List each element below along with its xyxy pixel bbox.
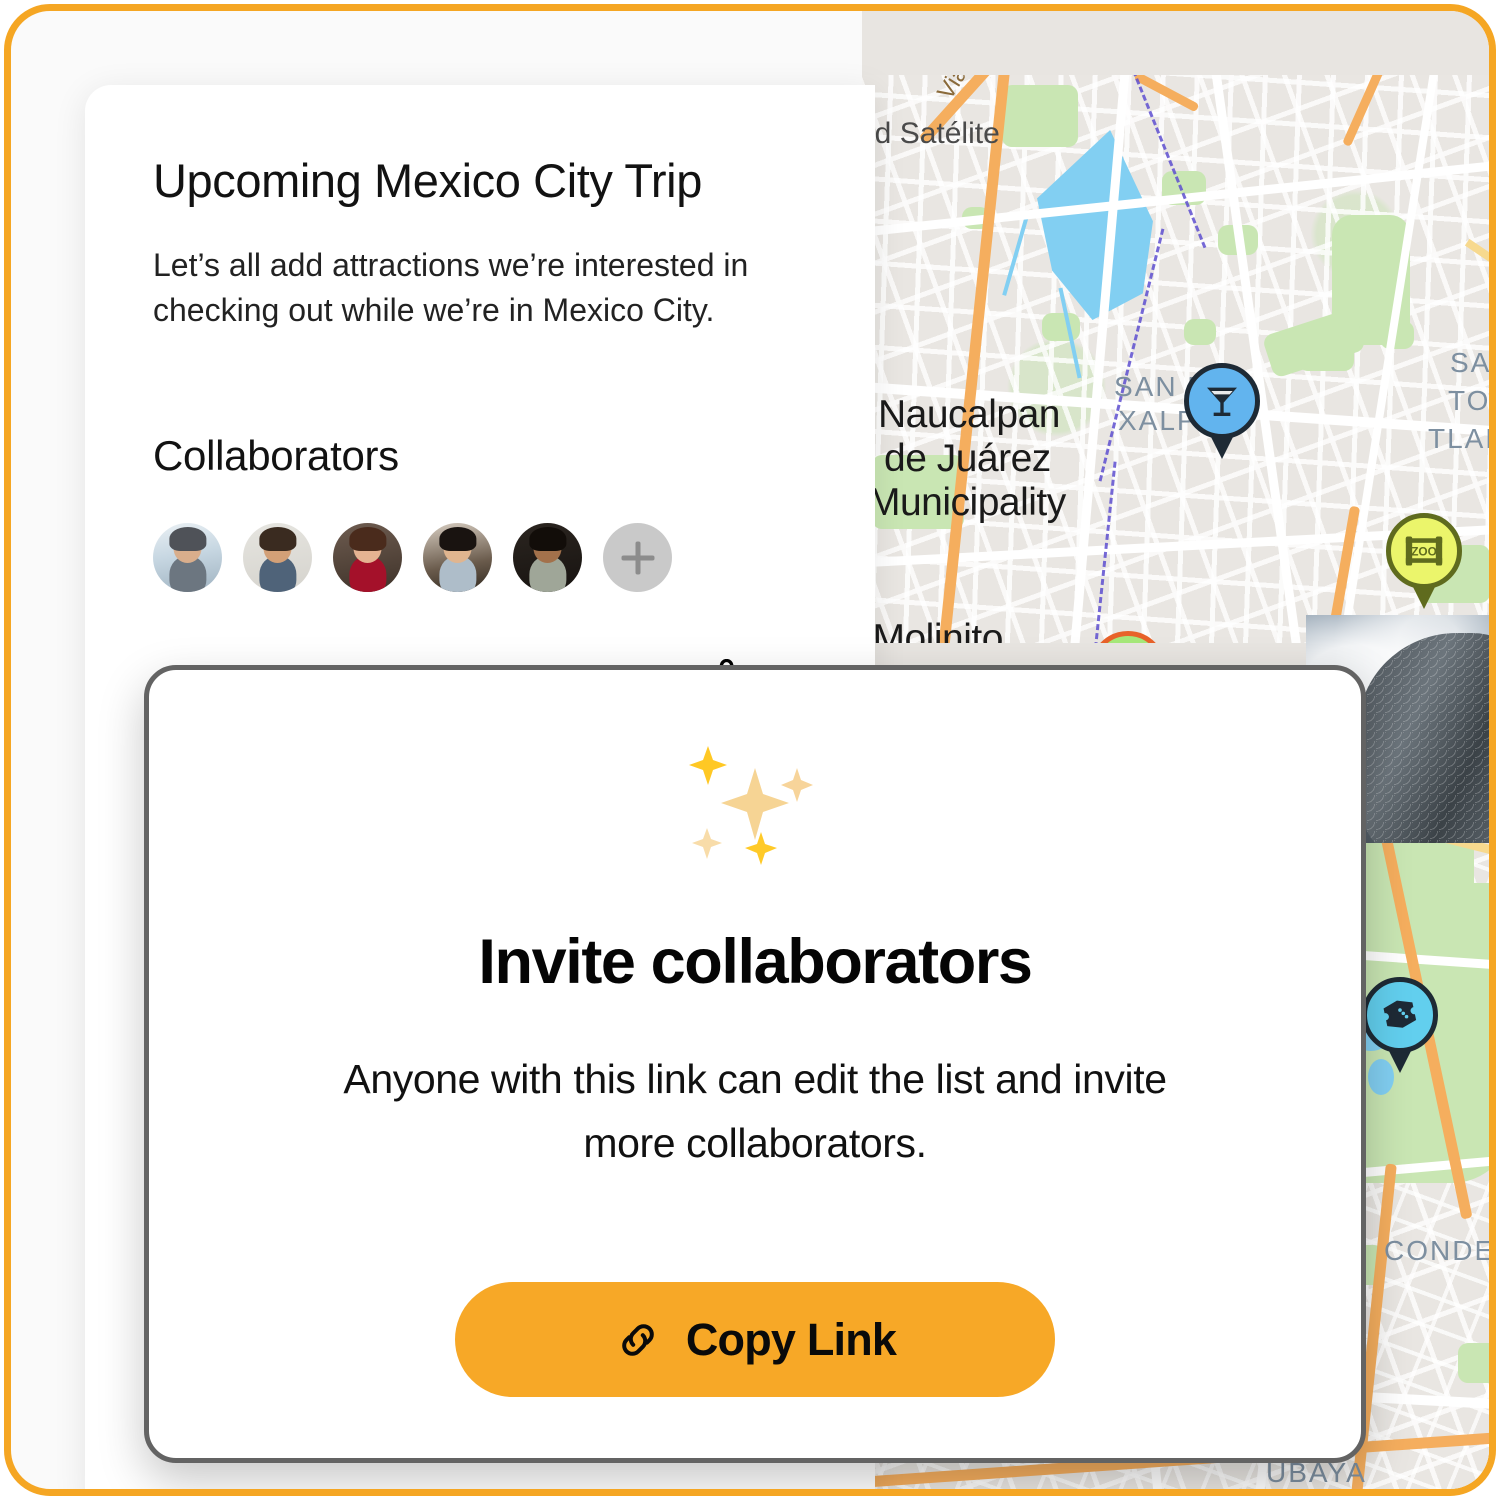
map-label-ciudad-satelite: ad Satélite [862,117,1000,150]
park-area [1458,1343,1489,1383]
pin-head [1090,631,1166,643]
avatar-hair [438,527,477,551]
avatar[interactable] [423,523,492,592]
link-icon [622,1323,654,1356]
invite-collaborators-modal: Invite collaborators Anyone with this li… [144,665,1366,1463]
avatar[interactable] [153,523,222,592]
map-label-tlamatzingo: TLAMATZ [1428,423,1489,454]
map-label-el-molinito: l Molinito [862,617,1003,643]
park-pin[interactable] [1090,631,1166,643]
app-frame: ad Satélite Naucalpan de Juárez Municipa… [4,4,1496,1496]
zoo-icon: ZOO [1405,536,1443,566]
collaborators-heading: Collaborators [153,432,399,479]
park-area [1002,85,1078,147]
add-collaborator-button[interactable] [603,523,672,592]
avatar[interactable] [243,523,312,592]
ticket-icon [1383,1000,1417,1028]
map-top-panel[interactable]: ad Satélite Naucalpan de Juárez Municipa… [862,75,1492,643]
pin-head [1184,363,1260,439]
map-label-santa: SANT [1450,347,1492,378]
avatar-hair [168,527,207,551]
pin-head: ZOO [1386,513,1462,589]
modal-title: Invite collaborators [478,927,1033,997]
copy-link-button[interactable]: Copy Link [455,1282,1055,1397]
avatar[interactable] [333,523,402,592]
trip-description: Let’s all add attractions we’re interest… [153,247,749,329]
avatar-hair [528,527,567,551]
sparkles-icon [689,746,813,865]
zoo-pin[interactable]: ZOO [1386,513,1462,609]
avatar-hair [348,527,387,551]
cocktail-icon [1207,387,1237,416]
park-area [1354,843,1474,903]
map-label-tomas: TOMÁ [1448,385,1491,416]
avatar[interactable] [513,523,582,592]
page-title: Upcoming Mexico City Trip [153,154,702,207]
modal-subtitle: Anyone with this link can edit the list … [343,1056,1167,1166]
bar-pin[interactable] [1184,363,1260,459]
pin-head [1362,977,1438,1053]
map-label-municipality: Municipality [868,481,1066,524]
svg-text:ZOO: ZOO [1411,545,1437,559]
ticket-pin[interactable] [1362,977,1438,1073]
park-area [1042,313,1080,341]
collaborators-avatar-row [153,523,672,592]
map-label-naucalpan: Naucalpan [878,393,1060,436]
map-label-de-juarez: de Juárez [884,437,1051,480]
copy-link-label: Copy Link [685,1313,897,1365]
map-label-condesa: CONDE [1384,1235,1496,1266]
avatar-hair [258,527,297,551]
park-area [1184,319,1216,345]
